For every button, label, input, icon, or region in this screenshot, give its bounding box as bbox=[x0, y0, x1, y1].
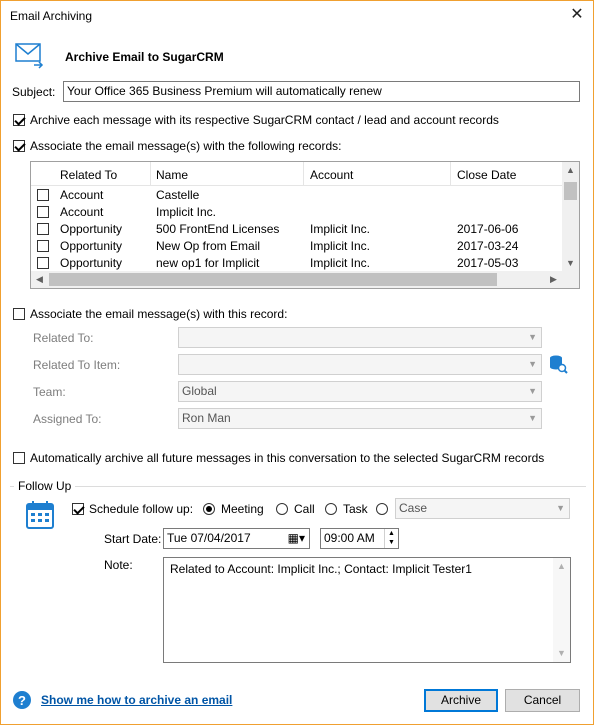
start-date-value: Tue 07/04/2017 bbox=[167, 531, 251, 545]
case-select[interactable]: Case ▼ bbox=[395, 498, 570, 519]
cell-name: Castelle bbox=[156, 188, 200, 202]
row-checkbox[interactable] bbox=[37, 189, 49, 201]
associate-this-checkbox[interactable] bbox=[13, 308, 25, 320]
schedule-follow-up-checkbox[interactable] bbox=[72, 503, 84, 515]
cell-close-date: 2017-05-03 bbox=[457, 256, 519, 270]
note-scrollbar[interactable]: ▲ ▼ bbox=[553, 558, 570, 662]
scroll-up-icon[interactable]: ▲ bbox=[553, 558, 570, 575]
team-value: Global bbox=[182, 384, 217, 398]
auto-archive-checkbox[interactable] bbox=[13, 452, 25, 464]
cell-related-to: Opportunity bbox=[60, 256, 123, 270]
cell-related-to: Account bbox=[60, 188, 104, 202]
related-to-item-select[interactable]: ▼ bbox=[178, 354, 542, 375]
svg-text:?: ? bbox=[18, 693, 26, 708]
records-grid[interactable]: Related To Name Account Close Date Accou… bbox=[30, 161, 580, 289]
cell-account: Implicit Inc. bbox=[310, 222, 371, 236]
column-header-close-date[interactable]: Close Date bbox=[457, 168, 516, 182]
subject-label: Subject: bbox=[12, 85, 56, 99]
chevron-down-icon: ▼ bbox=[528, 386, 537, 396]
archive-button[interactable]: Archive bbox=[424, 689, 498, 712]
chevron-down-icon: ▼ bbox=[528, 359, 537, 369]
chevron-down-icon: ▼ bbox=[528, 332, 537, 342]
note-value: Related to Account: Implicit Inc.; Conta… bbox=[170, 562, 472, 576]
archive-each-checkbox[interactable] bbox=[13, 114, 25, 126]
calendar-icon bbox=[25, 499, 57, 531]
team-select[interactable]: Global ▼ bbox=[178, 381, 542, 402]
dialog-heading: Archive Email to SugarCRM bbox=[65, 50, 224, 64]
scroll-thumb[interactable] bbox=[49, 273, 497, 286]
cancel-button[interactable]: Cancel bbox=[505, 689, 580, 712]
row-checkbox[interactable] bbox=[37, 223, 49, 235]
chevron-down-icon: ▼ bbox=[528, 413, 537, 423]
scroll-right-icon[interactable]: ▶ bbox=[545, 271, 562, 288]
team-label: Team: bbox=[33, 385, 66, 399]
database-search-icon[interactable] bbox=[548, 354, 568, 374]
archive-each-label: Archive each message with its respective… bbox=[30, 113, 499, 127]
help-link[interactable]: Show me how to archive an email bbox=[41, 693, 232, 707]
start-date-picker[interactable]: Tue 07/04/2017 ▦▾ bbox=[163, 528, 310, 549]
time-value: 09:00 AM bbox=[324, 531, 375, 545]
subject-input[interactable]: Your Office 365 Business Premium will au… bbox=[63, 81, 580, 102]
help-icon[interactable]: ? bbox=[12, 690, 32, 710]
grid-vertical-scrollbar[interactable]: ▲ ▼ bbox=[562, 162, 579, 272]
radio-case[interactable] bbox=[376, 503, 388, 515]
cell-close-date: 2017-06-06 bbox=[457, 222, 519, 236]
cell-account: Implicit Inc. bbox=[310, 256, 371, 270]
grid-header: Related To Name Account Close Date bbox=[31, 162, 579, 186]
row-checkbox[interactable] bbox=[37, 240, 49, 252]
radio-task[interactable] bbox=[325, 503, 337, 515]
associate-this-label: Associate the email message(s) with this… bbox=[30, 307, 288, 321]
assigned-to-label: Assigned To: bbox=[33, 412, 102, 426]
schedule-follow-up-label: Schedule follow up: bbox=[89, 502, 194, 516]
cell-account: Implicit Inc. bbox=[310, 239, 371, 253]
column-header-related-to[interactable]: Related To bbox=[60, 168, 117, 182]
cell-related-to: Account bbox=[60, 205, 104, 219]
window-title: Email Archiving bbox=[10, 9, 93, 23]
associate-following-label: Associate the email message(s) with the … bbox=[30, 139, 342, 153]
cell-close-date: 2017-03-24 bbox=[457, 239, 519, 253]
scroll-down-icon[interactable]: ▼ bbox=[562, 255, 579, 272]
scroll-thumb[interactable] bbox=[564, 182, 577, 200]
related-to-select[interactable]: ▼ bbox=[178, 327, 542, 348]
time-picker[interactable]: 09:00 AM ▲ ▼ bbox=[320, 528, 399, 549]
radio-meeting-label: Meeting bbox=[221, 502, 264, 516]
calendar-dropdown-icon[interactable]: ▦▾ bbox=[288, 529, 305, 548]
chevron-down-icon: ▼ bbox=[556, 503, 565, 513]
radio-meeting[interactable] bbox=[203, 503, 215, 515]
radio-call-label: Call bbox=[294, 502, 315, 516]
grid-horizontal-scrollbar[interactable]: ◀ ▶ bbox=[31, 271, 579, 288]
follow-up-label: Follow Up bbox=[14, 479, 76, 493]
cell-related-to: Opportunity bbox=[60, 222, 123, 236]
auto-archive-label: Automatically archive all future message… bbox=[30, 451, 545, 465]
case-value: Case bbox=[399, 501, 428, 515]
envelope-arrow-icon bbox=[14, 40, 44, 70]
start-date-label: Start Date: bbox=[104, 532, 162, 546]
cell-name: Implicit Inc. bbox=[156, 205, 217, 219]
cell-related-to: Opportunity bbox=[60, 239, 123, 253]
scroll-down-icon[interactable]: ▼ bbox=[553, 645, 570, 662]
associate-following-checkbox[interactable] bbox=[13, 140, 25, 152]
scroll-left-icon[interactable]: ◀ bbox=[31, 271, 48, 288]
row-checkbox[interactable] bbox=[37, 257, 49, 269]
related-to-label: Related To: bbox=[33, 331, 94, 345]
cell-name: new op1 for Implicit bbox=[156, 256, 260, 270]
assigned-to-select[interactable]: Ron Man ▼ bbox=[178, 408, 542, 429]
scroll-up-icon[interactable]: ▲ bbox=[562, 162, 579, 179]
time-spinner-icon[interactable]: ▲ ▼ bbox=[384, 529, 398, 548]
radio-task-label: Task bbox=[343, 502, 368, 516]
row-checkbox[interactable] bbox=[37, 206, 49, 218]
related-to-item-label: Related To Item: bbox=[33, 358, 121, 372]
note-textarea[interactable]: Related to Account: Implicit Inc.; Conta… bbox=[163, 557, 571, 663]
assigned-to-value: Ron Man bbox=[182, 411, 231, 425]
radio-call[interactable] bbox=[276, 503, 288, 515]
column-header-name[interactable]: Name bbox=[156, 168, 188, 182]
cell-name: 500 FrontEnd Licenses bbox=[156, 222, 280, 236]
close-icon[interactable]: ✕ bbox=[568, 6, 586, 24]
note-label: Note: bbox=[104, 558, 133, 572]
cell-name: New Op from Email bbox=[156, 239, 261, 253]
column-header-account[interactable]: Account bbox=[310, 168, 353, 182]
